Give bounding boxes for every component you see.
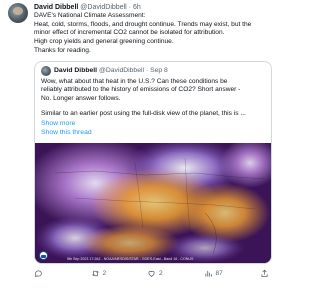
reply-icon xyxy=(34,270,42,277)
like-count: 2 xyxy=(159,269,163,277)
quoted-author-name: David Dibbell xyxy=(54,67,98,75)
show-more-link[interactable]: Show more xyxy=(41,119,265,128)
quoted-author-avatar xyxy=(41,65,51,76)
tweet-text-line: DAVE's National Climate Assessment: xyxy=(34,12,146,19)
quoted-tweet-card[interactable]: David Dibbell @DavidDibbell · Sep 8 Wow,… xyxy=(34,60,272,264)
quoted-text-line: No. Longer answer follows. xyxy=(41,94,121,102)
share-button[interactable] xyxy=(260,269,272,278)
share-icon xyxy=(261,269,268,277)
satellite-image[interactable]: 5th Sep 2023 17:26Z - NOAA/NESDIS/STAR -… xyxy=(35,142,271,263)
header-separator: · xyxy=(128,4,131,11)
tweet-text-line: High crop yields and general greening co… xyxy=(34,38,174,46)
quoted-tweet-text: Wow, what about that heat in the U.S.? C… xyxy=(41,78,265,119)
like-button[interactable]: 2 xyxy=(147,269,204,278)
image-caption: 5th Sep 2023 17:26Z - NOAA/NESDIS/STAR -… xyxy=(67,256,194,261)
satellite-infrared-map xyxy=(35,142,271,263)
tweet-text-line: Thanks for reading. xyxy=(34,46,91,54)
quoted-text-line: reliably attributed to the history of em… xyxy=(41,86,241,94)
tweet-content: David Dibbell @DavidDibbell · 6h DAVE's … xyxy=(34,3,272,278)
quoted-author-handle: @DavidDibbell xyxy=(98,67,145,75)
tweet-time[interactable]: 6h xyxy=(133,4,141,11)
reply-button[interactable] xyxy=(34,269,91,278)
retweet-button[interactable]: 2 xyxy=(91,269,148,278)
author-avatar[interactable] xyxy=(8,3,28,23)
quoted-tweet-header: David Dibbell @DavidDibbell · Sep 8 xyxy=(41,65,265,76)
views-count: 87 xyxy=(215,269,223,277)
show-thread-link[interactable]: Show this thread xyxy=(41,128,265,137)
quoted-text-line: Wow, what about that heat in the U.S.? C… xyxy=(41,77,228,85)
views-button[interactable]: 87 xyxy=(204,269,261,278)
tweet-text-line: minor effect of incremental CO2 cannot b… xyxy=(34,29,225,37)
retweet-count: 2 xyxy=(102,269,107,277)
tweet[interactable]: David Dibbell @DavidDibbell · 6h DAVE's … xyxy=(0,0,274,300)
author-handle[interactable]: @DavidDibbell xyxy=(80,4,126,11)
quoted-header-separator: · xyxy=(145,67,149,75)
author-name[interactable]: David Dibbell xyxy=(34,4,78,11)
tweet-text: DAVE's National Climate Assessment: Heat… xyxy=(34,12,266,56)
tweet-header: David Dibbell @DavidDibbell · 6h xyxy=(34,3,266,12)
tweet-text-line: Heat, cold, storms, floods, and drought … xyxy=(34,20,252,28)
quoted-text-line: Similar to an earlier post using the ful… xyxy=(41,110,246,118)
heart-icon xyxy=(148,270,155,277)
quoted-tweet-time: Sep 8 xyxy=(150,67,168,75)
noaa-logo-icon xyxy=(39,250,48,260)
views-chart-icon xyxy=(204,270,212,277)
tweet-actions: 2 2 87 xyxy=(34,269,272,278)
retweet-icon xyxy=(91,270,99,277)
